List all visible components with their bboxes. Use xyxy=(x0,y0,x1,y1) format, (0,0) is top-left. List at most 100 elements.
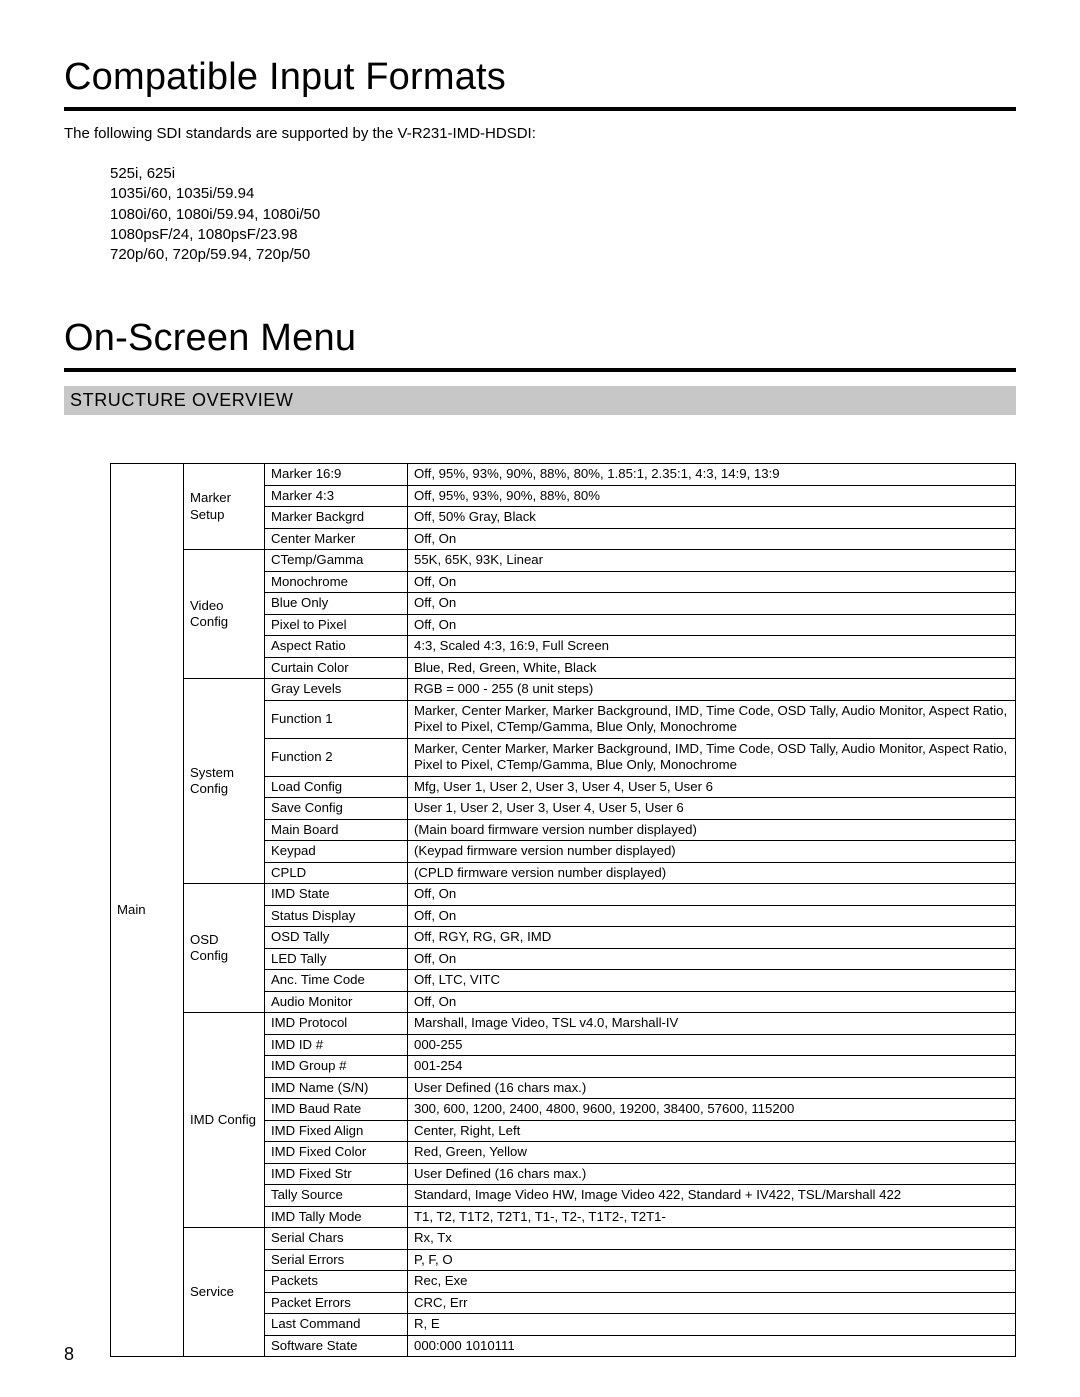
value-cell: Off, On xyxy=(408,571,1016,593)
param-cell: Tally Source xyxy=(265,1185,408,1207)
param-cell: Function 1 xyxy=(265,700,408,738)
divider xyxy=(64,107,1016,111)
document-page: Compatible Input Formats The following S… xyxy=(0,0,1080,1397)
table-row: ServiceSerial CharsRx, Tx xyxy=(111,1228,1016,1250)
param-cell: IMD Baud Rate xyxy=(265,1099,408,1121)
value-cell: (CPLD firmware version number displayed) xyxy=(408,862,1016,884)
value-cell: Blue, Red, Green, White, Black xyxy=(408,657,1016,679)
param-cell: Center Marker xyxy=(265,528,408,550)
value-cell: Off, On xyxy=(408,528,1016,550)
param-cell: Blue Only xyxy=(265,593,408,615)
table-row: MainMarker SetupMarker 16:9Off, 95%, 93%… xyxy=(111,464,1016,486)
param-cell: Keypad xyxy=(265,841,408,863)
value-cell: Rx, Tx xyxy=(408,1228,1016,1250)
value-cell: Off, 95%, 93%, 90%, 88%, 80%, 1.85:1, 2.… xyxy=(408,464,1016,486)
value-cell: User 1, User 2, User 3, User 4, User 5, … xyxy=(408,798,1016,820)
table-row: OSD ConfigIMD StateOff, On xyxy=(111,884,1016,906)
param-cell: IMD Protocol xyxy=(265,1013,408,1035)
param-cell: Pixel to Pixel xyxy=(265,614,408,636)
section-title: On-Screen Menu xyxy=(64,317,1016,360)
category-cell: System Config xyxy=(184,679,265,884)
param-cell: Software State xyxy=(265,1335,408,1357)
param-cell: CPLD xyxy=(265,862,408,884)
value-cell: Off, On xyxy=(408,884,1016,906)
value-cell: Off, 50% Gray, Black xyxy=(408,507,1016,529)
value-cell: User Defined (16 chars max.) xyxy=(408,1077,1016,1099)
value-cell: Marker, Center Marker, Marker Background… xyxy=(408,738,1016,776)
format-line: 1080psF/24, 1080psF/23.98 xyxy=(110,225,1016,245)
value-cell: Off, On xyxy=(408,593,1016,615)
param-cell: Load Config xyxy=(265,776,408,798)
param-cell: IMD Fixed Align xyxy=(265,1120,408,1142)
value-cell: T1, T2, T1T2, T2T1, T1-, T2-, T1T2-, T2T… xyxy=(408,1206,1016,1228)
param-cell: IMD State xyxy=(265,884,408,906)
value-cell: Off, 95%, 93%, 90%, 88%, 80% xyxy=(408,485,1016,507)
intro-text: The following SDI standards are supporte… xyxy=(64,125,1016,142)
format-line: 525i, 625i xyxy=(110,164,1016,184)
value-cell: P, F, O xyxy=(408,1249,1016,1271)
param-cell: Packet Errors xyxy=(265,1292,408,1314)
param-cell: Serial Errors xyxy=(265,1249,408,1271)
format-line: 1080i/60, 1080i/59.94, 1080i/50 xyxy=(110,205,1016,225)
divider xyxy=(64,368,1016,372)
table-row: System ConfigGray LevelsRGB = 000 - 255 … xyxy=(111,679,1016,701)
value-cell: Off, On xyxy=(408,948,1016,970)
section-subtitle: STRUCTURE OVERVIEW xyxy=(64,386,1016,415)
value-cell: Rec, Exe xyxy=(408,1271,1016,1293)
category-cell: IMD Config xyxy=(184,1013,265,1228)
param-cell: Anc. Time Code xyxy=(265,970,408,992)
param-cell: Serial Chars xyxy=(265,1228,408,1250)
param-cell: Gray Levels xyxy=(265,679,408,701)
format-line: 1035i/60, 1035i/59.94 xyxy=(110,184,1016,204)
category-cell: Service xyxy=(184,1228,265,1357)
param-cell: LED Tally xyxy=(265,948,408,970)
value-cell: (Main board firmware version number disp… xyxy=(408,819,1016,841)
value-cell: Off, On xyxy=(408,991,1016,1013)
value-cell: Standard, Image Video HW, Image Video 42… xyxy=(408,1185,1016,1207)
param-cell: Save Config xyxy=(265,798,408,820)
value-cell: 000:000 1010111 xyxy=(408,1335,1016,1357)
param-cell: Marker 4:3 xyxy=(265,485,408,507)
param-cell: Main Board xyxy=(265,819,408,841)
param-cell: Monochrome xyxy=(265,571,408,593)
value-cell: R, E xyxy=(408,1314,1016,1336)
param-cell: Function 2 xyxy=(265,738,408,776)
category-cell: OSD Config xyxy=(184,884,265,1013)
value-cell: Red, Green, Yellow xyxy=(408,1142,1016,1164)
format-line: 720p/60, 720p/59.94, 720p/50 xyxy=(110,245,1016,265)
param-cell: Audio Monitor xyxy=(265,991,408,1013)
root-cell: Main xyxy=(111,464,184,1357)
value-cell: (Keypad firmware version number displaye… xyxy=(408,841,1016,863)
param-cell: OSD Tally xyxy=(265,927,408,949)
param-cell: Packets xyxy=(265,1271,408,1293)
param-cell: Aspect Ratio xyxy=(265,636,408,658)
param-cell: IMD Group # xyxy=(265,1056,408,1078)
value-cell: RGB = 000 - 255 (8 unit steps) xyxy=(408,679,1016,701)
value-cell: Center, Right, Left xyxy=(408,1120,1016,1142)
value-cell: 55K, 65K, 93K, Linear xyxy=(408,550,1016,572)
value-cell: CRC, Err xyxy=(408,1292,1016,1314)
value-cell: Off, On xyxy=(408,905,1016,927)
table-row: IMD ConfigIMD ProtocolMarshall, Image Vi… xyxy=(111,1013,1016,1035)
format-list: 525i, 625i 1035i/60, 1035i/59.94 1080i/6… xyxy=(110,164,1016,265)
value-cell: Off, On xyxy=(408,614,1016,636)
value-cell: Off, LTC, VITC xyxy=(408,970,1016,992)
page-number: 8 xyxy=(64,1344,74,1365)
param-cell: IMD Tally Mode xyxy=(265,1206,408,1228)
value-cell: Marshall, Image Video, TSL v4.0, Marshal… xyxy=(408,1013,1016,1035)
section-title: Compatible Input Formats xyxy=(64,56,1016,99)
value-cell: Mfg, User 1, User 2, User 3, User 4, Use… xyxy=(408,776,1016,798)
param-cell: IMD Fixed Str xyxy=(265,1163,408,1185)
param-cell: CTemp/Gamma xyxy=(265,550,408,572)
param-cell: Marker 16:9 xyxy=(265,464,408,486)
category-cell: Marker Setup xyxy=(184,464,265,550)
category-cell: Video Config xyxy=(184,550,265,679)
param-cell: Marker Backgrd xyxy=(265,507,408,529)
value-cell: User Defined (16 chars max.) xyxy=(408,1163,1016,1185)
param-cell: IMD Fixed Color xyxy=(265,1142,408,1164)
value-cell: 300, 600, 1200, 2400, 4800, 9600, 19200,… xyxy=(408,1099,1016,1121)
table-row: Video ConfigCTemp/Gamma55K, 65K, 93K, Li… xyxy=(111,550,1016,572)
param-cell: Last Command xyxy=(265,1314,408,1336)
value-cell: Marker, Center Marker, Marker Background… xyxy=(408,700,1016,738)
param-cell: Status Display xyxy=(265,905,408,927)
